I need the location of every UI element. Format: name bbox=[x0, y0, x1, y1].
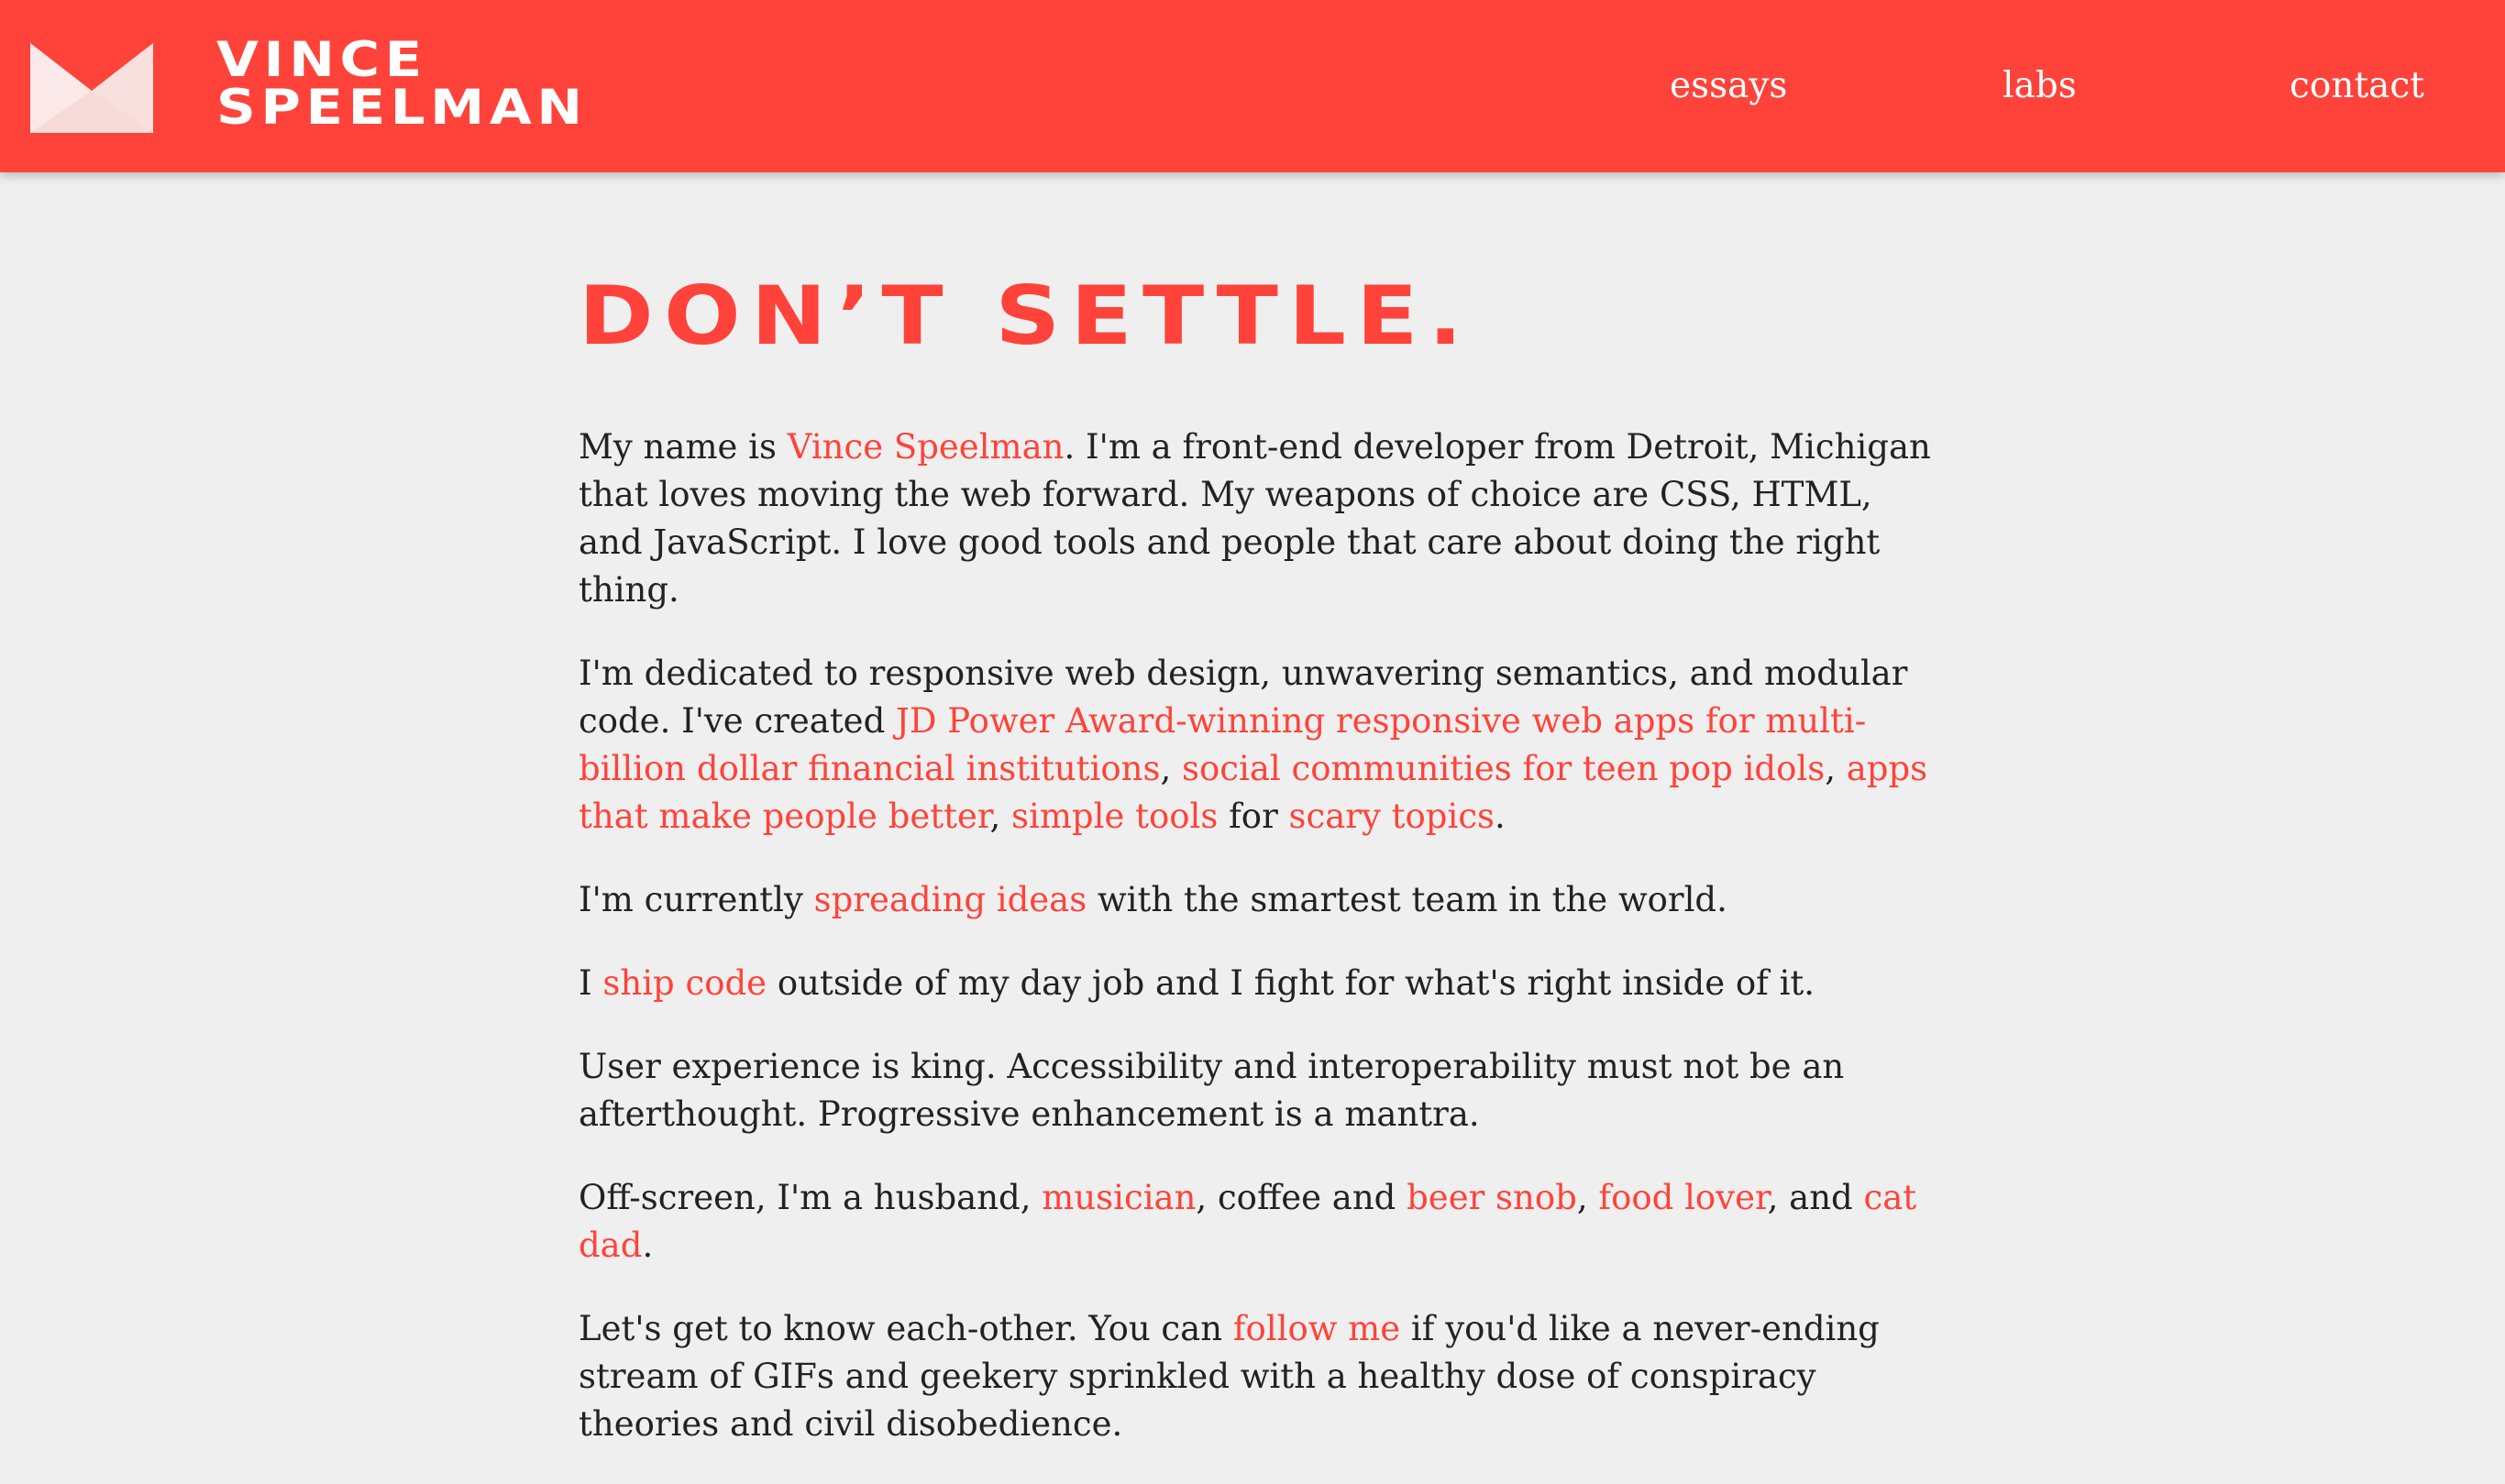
period: . bbox=[642, 1226, 654, 1265]
separator: , bbox=[1576, 1178, 1599, 1217]
separator: , bbox=[1825, 749, 1847, 788]
personal-text-start: Off-screen, I'm a husband, bbox=[579, 1178, 1043, 1217]
ship-code-paragraph: I ship code outside of my day job and I … bbox=[579, 960, 1936, 1007]
name-link[interactable]: Vince Speelman bbox=[788, 427, 1065, 467]
ux-text: User experience is king. Accessibility a… bbox=[579, 1047, 1845, 1134]
personal-text-coffee: , coffee and bbox=[1196, 1178, 1407, 1217]
work-text-for: for bbox=[1218, 797, 1289, 836]
musician-link[interactable]: musician bbox=[1042, 1178, 1196, 1217]
separator: , bbox=[989, 797, 1012, 836]
follow-me-link[interactable]: follow me bbox=[1233, 1309, 1400, 1348]
follow-paragraph: Let's get to know each-other. You can fo… bbox=[579, 1305, 1936, 1448]
current-text-end: with the smartest team in the world. bbox=[1087, 880, 1727, 919]
food-lover-link[interactable]: food lover bbox=[1598, 1178, 1767, 1217]
current-text-start: I'm currently bbox=[579, 880, 814, 919]
ship-text-end: outside of my day job and I fight for wh… bbox=[767, 963, 1815, 1003]
ux-paragraph: User experience is king. Accessibility a… bbox=[579, 1043, 1936, 1138]
site-header: Vince Speelman essays labs contact bbox=[0, 0, 2505, 172]
intro-text-start: My name is bbox=[579, 427, 788, 467]
main-nav: essays labs contact bbox=[0, 60, 2505, 115]
nav-essays-link[interactable]: essays bbox=[1670, 60, 1787, 112]
nav-contact-link[interactable]: contact bbox=[2290, 60, 2424, 112]
nav-labs-link[interactable]: labs bbox=[2003, 60, 2077, 112]
work-paragraph: I'm dedicated to responsive web design, … bbox=[579, 650, 1936, 841]
social-communities-link[interactable]: social communities for teen pop idols bbox=[1182, 749, 1825, 788]
spreading-ideas-link[interactable]: spreading ideas bbox=[814, 880, 1087, 919]
follow-text-start: Let's get to know each-other. You can bbox=[579, 1309, 1233, 1348]
intro-paragraph: My name is Vince Speelman. I'm a front-e… bbox=[579, 423, 1936, 614]
personal-text-and: , and bbox=[1767, 1178, 1864, 1217]
ship-code-link[interactable]: ship code bbox=[602, 963, 767, 1003]
current-job-paragraph: I'm currently spreading ideas with the s… bbox=[579, 876, 1936, 924]
separator: , bbox=[1160, 749, 1183, 788]
period: . bbox=[1495, 797, 1506, 836]
beer-snob-link[interactable]: beer snob bbox=[1407, 1178, 1577, 1217]
ship-text-start: I bbox=[579, 963, 603, 1003]
main-content: Don’t settle. My name is Vince Speelman.… bbox=[579, 266, 1936, 1484]
personal-paragraph: Off-screen, I'm a husband, musician, cof… bbox=[579, 1174, 1936, 1270]
simple-tools-link[interactable]: simple tools bbox=[1011, 797, 1218, 836]
scary-topics-link[interactable]: scary topics bbox=[1289, 797, 1495, 836]
page-headline: Don’t settle. bbox=[579, 269, 1473, 363]
